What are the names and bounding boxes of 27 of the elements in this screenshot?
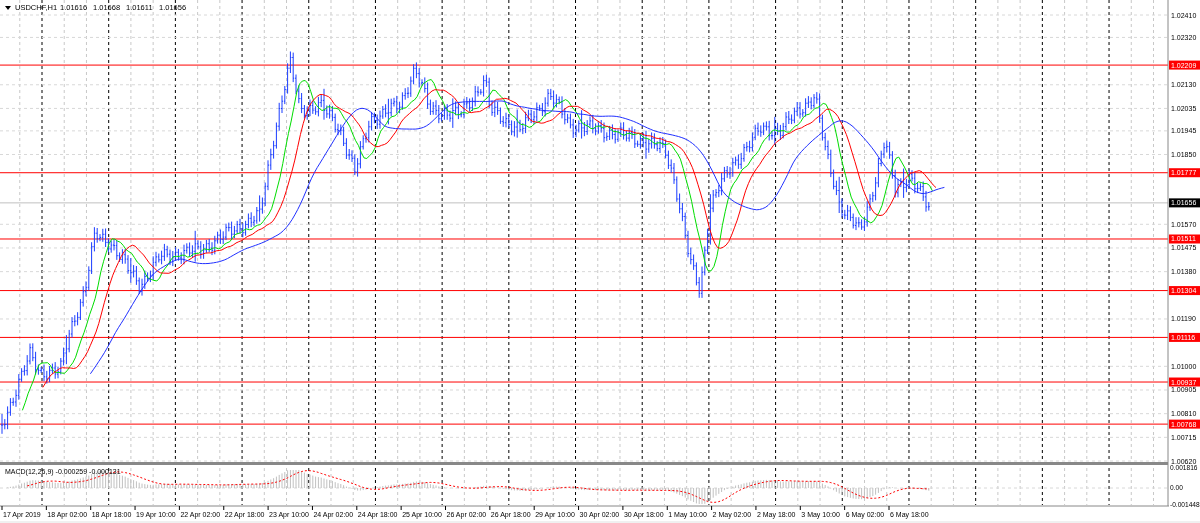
- dropdown-triangle-icon[interactable]: [5, 6, 11, 10]
- horizontal-level-line[interactable]: [0, 336, 1169, 338]
- horizontal-level-line[interactable]: [0, 290, 1169, 292]
- time-tick-mark: [1, 505, 3, 511]
- time-tick-mark: [533, 505, 535, 511]
- time-tick-mark: [311, 505, 313, 511]
- time-tick-mark: [489, 505, 491, 511]
- time-tick-mark: [799, 505, 801, 511]
- time-tick-mark: [755, 505, 757, 511]
- horizontal-level-line[interactable]: [0, 172, 1169, 174]
- time-tick-mark: [888, 505, 890, 511]
- time-tick-mark: [356, 505, 358, 511]
- time-tick-mark: [134, 505, 136, 511]
- time-tick-mark: [578, 505, 580, 511]
- time-tick-mark: [445, 505, 446, 511]
- time-tick-mark: [622, 505, 624, 511]
- time-tick-mark: [45, 505, 47, 511]
- pane-separator[interactable]: [0, 462, 1168, 465]
- time-tick-mark: [666, 505, 668, 511]
- time-tick-mark: [90, 505, 92, 511]
- time-tick-mark: [400, 505, 402, 511]
- time-tick-mark: [844, 505, 846, 511]
- time-tick-mark: [178, 505, 180, 511]
- time-tick-mark: [267, 505, 269, 511]
- time-tick-mark: [223, 505, 225, 511]
- time-tick-mark: [711, 505, 713, 511]
- horizontal-level-line[interactable]: [0, 238, 1169, 240]
